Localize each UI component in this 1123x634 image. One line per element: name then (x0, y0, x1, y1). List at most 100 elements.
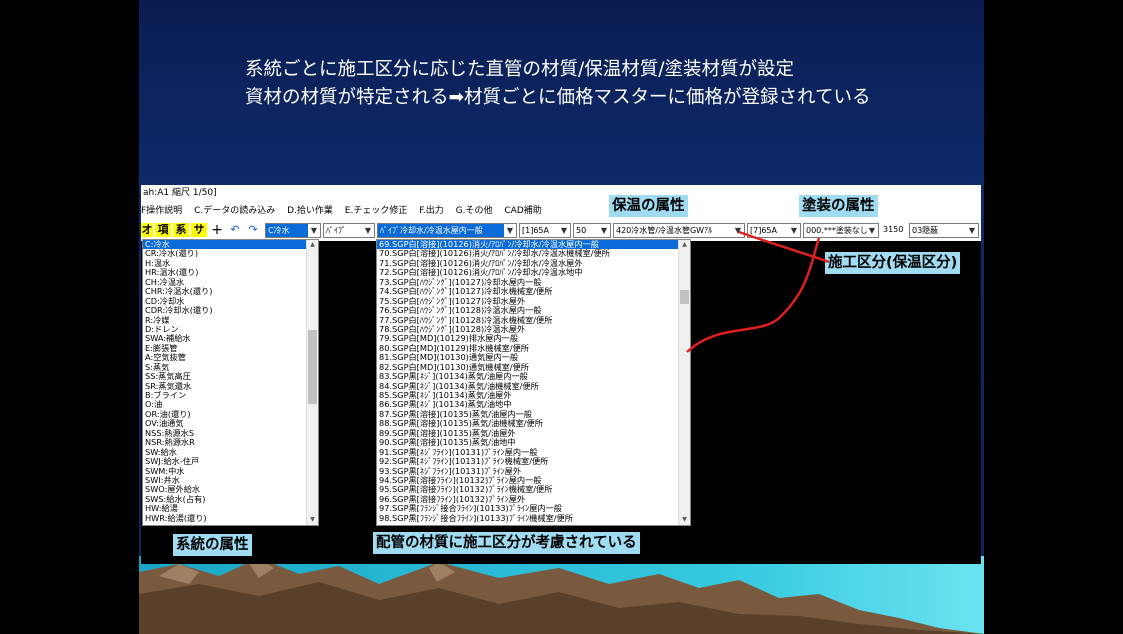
material-combo[interactable]: ﾊﾟｲﾌﾟ冷却水/冷温水屋内一般 ▼ (377, 223, 517, 238)
system-list-item[interactable]: SWA:補給水 (143, 334, 318, 343)
material-list-item[interactable]: 97.SGP黒[ﾌﾗﾝｼﾞ接合ﾌﾗｲﾝ](10133)ﾌﾞﾗｲﾝ屋内一般 (377, 504, 690, 513)
system-list-item[interactable]: O:油 (143, 400, 318, 409)
material-list-item[interactable]: 96.SGP黒[溶接ﾌﾗｲﾝ](10132)ﾌﾞﾗｲﾝ屋外 (377, 495, 690, 504)
menu-output[interactable]: F.出力 (419, 206, 444, 216)
system-list-item[interactable]: S:蒸気 (143, 363, 318, 372)
chevron-down-icon[interactable]: ▼ (308, 224, 320, 237)
chevron-down-icon[interactable]: ▼ (966, 224, 978, 237)
system-list-item[interactable]: NSS:熱源水S (143, 429, 318, 438)
system-list-item[interactable]: SWO:屋外給水 (143, 485, 318, 494)
system-list-item[interactable]: NSR:熱源水R (143, 438, 318, 447)
system-list-scrollbar[interactable]: ▲ ▼ (306, 240, 318, 525)
system-list-item[interactable]: SR:蒸気還水 (143, 382, 318, 391)
material-list-item[interactable]: 93.SGP黒[ﾈｼﾞﾌﾗｲﾝ](10131)ﾌﾞﾗｲﾝ屋外 (377, 467, 690, 476)
chevron-down-icon[interactable]: ▼ (788, 224, 800, 237)
material-list-item[interactable]: 85.SGP黒[ﾈｼﾞ](10134)蒸気/油屋外 (377, 391, 690, 400)
system-list-item[interactable]: B:ブライン (143, 391, 318, 400)
chevron-down-icon[interactable]: ▼ (362, 224, 374, 237)
material-list-item[interactable]: 89.SGP黒[溶接](10135)蒸気/油屋外 (377, 429, 690, 438)
material-list-item[interactable]: 87.SGP黒[溶接](10135)蒸気/油屋内一般 (377, 410, 690, 419)
material-list-item[interactable]: 80.SGP白[MD](10129)排水機械室/便所 (377, 344, 690, 353)
chevron-down-icon[interactable]: ▼ (558, 224, 570, 237)
menu-other[interactable]: G.その他 (456, 206, 493, 216)
material-list-item[interactable]: 88.SGP黒[溶接](10135)蒸気/油機械室/便所 (377, 419, 690, 428)
system-list-item[interactable]: OV:油通気 (143, 419, 318, 428)
material-list-item[interactable]: 79.SGP白[MD](10129)排水屋内一般 (377, 334, 690, 343)
paint-combo[interactable]: 000.***塗装なし ▼ (803, 223, 879, 238)
system-list-item[interactable]: R:冷媒 (143, 316, 318, 325)
size2-combo[interactable]: [7]65A ▼ (747, 223, 801, 238)
concealed-combo[interactable]: 03隠蔽 ▼ (909, 223, 979, 238)
undo-icon[interactable]: ↶ (227, 223, 243, 237)
material-list-item[interactable]: 90.SGP黒[溶接](10135)蒸気/油地中 (377, 438, 690, 447)
toolbar-button-sa[interactable]: サ (191, 223, 207, 237)
system-list-item[interactable]: SS:蒸気高圧 (143, 372, 318, 381)
system-list-item[interactable]: SWM:中水 (143, 467, 318, 476)
insulation-combo[interactable]: 420冷水管/冷温水管GWｱﾙ ▼ (613, 223, 745, 238)
system-list-item[interactable]: A:空気抜管 (143, 353, 318, 362)
system-list-item[interactable]: SWJ:給水-住戸 (143, 457, 318, 466)
material-list-item[interactable]: 82.SGP白[MD](10130)通気機械室/便所 (377, 363, 690, 372)
system-list-item[interactable]: HW:給湯 (143, 504, 318, 513)
material-list-item[interactable]: 69.SGP白[溶接](10126)消火/ｱﾛﾊﾟﾝ/冷却水/冷温水屋内一般 (377, 240, 690, 250)
system-list-item[interactable]: CD:冷却水 (143, 297, 318, 306)
material-list-scrollbar[interactable]: ▲ ▼ (678, 240, 690, 525)
system-list-item[interactable]: SWI:井水 (143, 476, 318, 485)
system-list-item[interactable]: CHR:冷温水(還り) (143, 287, 318, 296)
scroll-up-icon[interactable]: ▲ (307, 240, 318, 250)
material-listbox[interactable]: 69.SGP白[溶接](10126)消火/ｱﾛﾊﾟﾝ/冷却水/冷温水屋内一般 70… (376, 239, 691, 526)
material-list-item[interactable]: 81.SGP白[MD](10130)通気屋内一般 (377, 353, 690, 362)
toolbar-button-kei[interactable]: 系 (173, 223, 189, 237)
system-list-item[interactable]: HWR:給湯(還り) (143, 514, 318, 523)
toolbar-button-kou[interactable]: 項 (155, 223, 171, 237)
number-combo[interactable]: 50 ▼ (573, 223, 611, 238)
material-list-item[interactable]: 72.SGP白[溶接](10126)消火/ｱﾛﾊﾟﾝ/冷却水/冷温水地中 (377, 268, 690, 277)
material-list-item[interactable]: 78.SGP白[ﾊｳｼﾞﾝｸﾞ](10128)冷温水屋外 (377, 325, 690, 334)
type-combo[interactable]: ﾊﾟｲﾌﾟ ▼ (323, 223, 375, 238)
system-list-item[interactable]: C:冷水 (143, 240, 318, 250)
material-list-item[interactable]: 73.SGP白[ﾊｳｼﾞﾝｸﾞ](10127)冷却水屋内一般 (377, 278, 690, 287)
material-list-item[interactable]: 92.SGP黒[ﾈｼﾞﾌﾗｲﾝ](10131)ﾌﾞﾗｲﾝ機械室/便所 (377, 457, 690, 466)
scroll-up-icon[interactable]: ▲ (679, 240, 690, 250)
system-list-item[interactable]: OR:油(還り) (143, 410, 318, 419)
toolbar-button-zai[interactable]: オ (141, 223, 153, 237)
redo-icon[interactable]: ↷ (245, 223, 261, 237)
menu-check-edit[interactable]: E.チェック修正 (345, 206, 408, 216)
size-combo[interactable]: [1]65A ▼ (519, 223, 571, 238)
scroll-down-icon[interactable]: ▼ (679, 515, 690, 525)
material-list-item[interactable]: 98.SGP黒[ﾌﾗﾝｼﾞ接合ﾌﾗｲﾝ](10133)ﾌﾞﾗｲﾝ機械室/便所 (377, 514, 690, 523)
material-list-item[interactable]: 71.SGP白[溶接](10126)消火/ｱﾛﾊﾟﾝ/冷却水/冷温水屋外 (377, 259, 690, 268)
menu-cad-assist[interactable]: CAD補助 (504, 206, 541, 216)
material-list-item[interactable]: 75.SGP白[ﾊｳｼﾞﾝｸﾞ](10127)冷却水屋外 (377, 297, 690, 306)
material-list-item[interactable]: 83.SGP黒[ﾈｼﾞ](10134)蒸気/油屋内一般 (377, 372, 690, 381)
menu-help[interactable]: F操作説明 (141, 206, 182, 216)
system-list-item[interactable]: H:温水 (143, 259, 318, 268)
scroll-down-icon[interactable]: ▼ (307, 515, 318, 525)
material-list-item[interactable]: 86.SGP黒[ﾈｼﾞ](10134)蒸気/油地中 (377, 400, 690, 409)
system-list-item[interactable]: CDR:冷却水(還り) (143, 306, 318, 315)
scrollbar-thumb[interactable] (308, 330, 317, 404)
menu-takeoff[interactable]: D.拾い作業 (287, 206, 333, 216)
material-list-item[interactable]: 70.SGP白[溶接](10126)消火/ｱﾛﾊﾟﾝ/冷却水/冷温水機械室/便所 (377, 249, 690, 258)
material-list-item[interactable]: 91.SGP黒[ﾈｼﾞﾌﾗｲﾝ](10131)ﾌﾞﾗｲﾝ屋内一般 (377, 448, 690, 457)
plus-icon[interactable]: + (209, 223, 225, 237)
system-list-item[interactable]: HR:温水(還り) (143, 268, 318, 277)
material-list-item[interactable]: 94.SGP黒[溶接ﾌﾗｲﾝ](10132)ﾌﾞﾗｲﾝ屋内一般 (377, 476, 690, 485)
system-listbox[interactable]: C:冷水 CR:冷水(還り) H:温水 HR:温水(還り) CH:冷温水 CHR:冷温水(… (142, 239, 319, 526)
chevron-down-icon[interactable]: ▼ (732, 224, 744, 237)
menu-load-data[interactable]: C.データの読み込み (194, 206, 275, 216)
material-list-item[interactable]: 74.SGP白[ﾊｳｼﾞﾝｸﾞ](10127)冷却水機械室/便所 (377, 287, 690, 296)
chevron-down-icon[interactable]: ▼ (504, 224, 516, 237)
system-combo[interactable]: C冷水 ▼ (265, 223, 321, 238)
system-list-item[interactable]: CR:冷水(還り) (143, 249, 318, 258)
material-list-item[interactable]: 95.SGP黒[溶接ﾌﾗｲﾝ](10132)ﾌﾞﾗｲﾝ機械室/便所 (377, 485, 690, 494)
material-list-item[interactable]: 76.SGP白[ﾊｳｼﾞﾝｸﾞ](10128)冷温水屋内一般 (377, 306, 690, 315)
chevron-down-icon[interactable]: ▼ (598, 224, 610, 237)
system-list-item[interactable]: SWS:給水(占有) (143, 495, 318, 504)
system-list-item[interactable]: E:膨張管 (143, 344, 318, 353)
scrollbar-thumb[interactable] (680, 290, 689, 304)
system-list-item[interactable]: D:ドレン (143, 325, 318, 334)
material-list-item[interactable]: 77.SGP白[ﾊｳｼﾞﾝｸﾞ](10128)冷温水機械室/便所 (377, 316, 690, 325)
material-list-item[interactable]: 84.SGP黒[ﾈｼﾞ](10134)蒸気/油機械室/便所 (377, 382, 690, 391)
chevron-down-icon[interactable]: ▼ (866, 224, 878, 237)
